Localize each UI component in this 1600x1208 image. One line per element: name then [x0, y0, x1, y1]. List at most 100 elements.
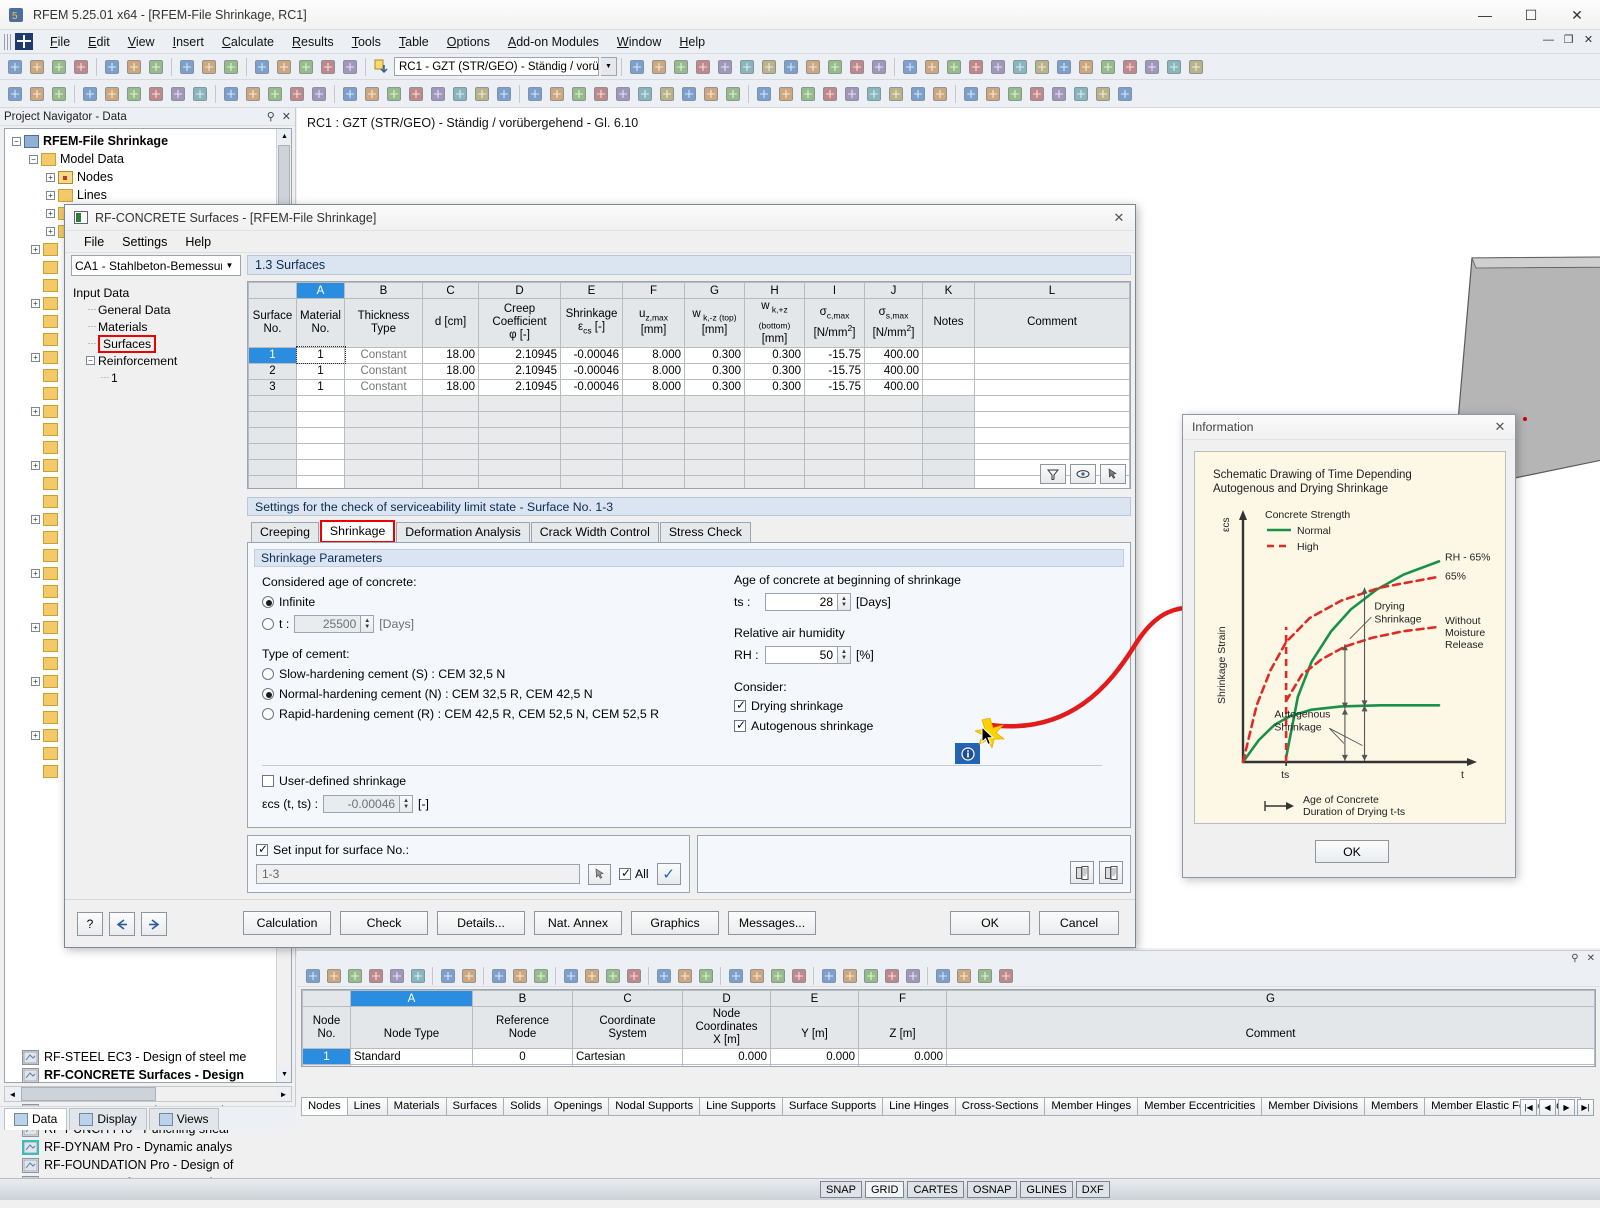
- toolbar-button-2[interactable]: [747, 966, 766, 985]
- bottom-panel-close-icon[interactable]: ✕: [1587, 953, 1595, 964]
- surfaces-table-cell[interactable]: [560, 426, 623, 444]
- prev-icon[interactable]: [109, 912, 135, 936]
- table-next-icon[interactable]: [459, 966, 478, 985]
- surfaces-table-wrapper[interactable]: A B C D E F G H I J K L Surface No. Material No. Thickne…: [247, 281, 1131, 489]
- surfaces-table-cell[interactable]: -15.75: [804, 346, 865, 364]
- nodes-col-letter-D[interactable]: D: [682, 990, 771, 1007]
- bottom-tab-member-divisions[interactable]: Member Divisions: [1261, 1097, 1366, 1116]
- surfaces-table-cell[interactable]: [622, 426, 685, 444]
- dialog-nav-1[interactable]: ⋯ 1: [71, 369, 241, 386]
- hscroll-left-icon[interactable]: ◄: [5, 1087, 20, 1101]
- eye-icon[interactable]: [1070, 464, 1096, 484]
- toolbar-button-5[interactable]: [842, 84, 862, 104]
- surfaces-table-empty-row[interactable]: [248, 442, 1130, 460]
- toolbar-button-2[interactable]: [983, 84, 1003, 104]
- surfaces-table-cell[interactable]: [804, 426, 865, 444]
- expand-icon[interactable]: +: [31, 460, 40, 470]
- surfaces-table-empty-row[interactable]: [248, 426, 1130, 444]
- nodes-table-cell[interactable]: 0.000: [682, 1048, 771, 1065]
- dialog-nav-reinforcement[interactable]: − Reinforcement: [71, 352, 241, 369]
- surfaces-table-cell[interactable]: [248, 442, 297, 460]
- pick-surface-icon[interactable]: [587, 863, 611, 885]
- help-icon[interactable]: ?: [77, 912, 103, 936]
- sections-icon[interactable]: [825, 57, 845, 77]
- bottom-tab-cross-sections[interactable]: Cross-Sections: [954, 1097, 1046, 1116]
- bottom-tab-solids[interactable]: Solids: [503, 1097, 548, 1116]
- nodes-table-cell[interactable]: 0.000: [858, 1048, 947, 1065]
- toolbar-button-12[interactable]: [1142, 57, 1162, 77]
- menu-file[interactable]: File: [41, 32, 79, 52]
- nodes-col-letter-G[interactable]: G: [946, 990, 1595, 1007]
- printout-report-icon[interactable]: [146, 57, 166, 77]
- surfaces-table-cell[interactable]: Constant: [344, 378, 423, 396]
- surfaces-table-cell[interactable]: 3: [248, 378, 297, 396]
- cement-option-radio[interactable]: [262, 708, 274, 720]
- surfaces-table-cell[interactable]: 8.000: [622, 378, 685, 396]
- line-icon[interactable]: [102, 84, 122, 104]
- load-free-icon[interactable]: [428, 84, 448, 104]
- nodal-support-icon[interactable]: [221, 84, 241, 104]
- surfaces-table-cell[interactable]: [804, 474, 865, 488]
- toolbar-button-1[interactable]: [961, 84, 981, 104]
- addon-module-rf-foundation[interactable]: RF-FOUNDATION Pro - Design of: [4, 1156, 292, 1174]
- bottom-tab-nodes[interactable]: Nodes: [301, 1097, 348, 1116]
- toolbar-button-6[interactable]: [1071, 84, 1091, 104]
- surfaces-table-cell[interactable]: [922, 426, 975, 444]
- toolbar-button-2[interactable]: [547, 84, 567, 104]
- toolbar-button-4[interactable]: [789, 966, 808, 985]
- surfaces-table-cell[interactable]: [622, 442, 685, 460]
- filter-icon[interactable]: [1040, 464, 1066, 484]
- toolbar-button-9[interactable]: [701, 84, 721, 104]
- footer-button-calculation[interactable]: Calculation: [243, 911, 331, 935]
- surfaces-table-cell[interactable]: [296, 394, 345, 412]
- cement-option-radio[interactable]: [262, 668, 274, 680]
- menu-help[interactable]: Help: [670, 32, 714, 52]
- menu-edit[interactable]: Edit: [79, 32, 119, 52]
- table-view-icon[interactable]: [303, 966, 322, 985]
- surfaces-table-cell[interactable]: [560, 474, 623, 488]
- surfaces-table-cell[interactable]: [344, 394, 423, 412]
- print-preview-icon[interactable]: [124, 57, 144, 77]
- surfaces-table-cell[interactable]: [922, 442, 975, 460]
- nodes-table-cell[interactable]: 0.000: [682, 1064, 771, 1066]
- surfaces-col-letter-I[interactable]: I: [804, 282, 865, 299]
- status-toggle-osnap[interactable]: OSNAP: [966, 1181, 1018, 1198]
- menu-tools[interactable]: Tools: [343, 32, 390, 52]
- bottom-nav-button-1[interactable]: |◀: [1520, 1099, 1537, 1116]
- info-ok-button[interactable]: OK: [1315, 840, 1389, 863]
- fe-mesh-icon[interactable]: [494, 84, 514, 104]
- cancel-button[interactable]: Cancel: [1039, 911, 1119, 935]
- paste-icon[interactable]: [221, 57, 241, 77]
- toolbar-button-3[interactable]: [861, 966, 880, 985]
- navigator-tab-display[interactable]: Display: [69, 1108, 147, 1130]
- toolbar-button-3[interactable]: [696, 966, 715, 985]
- dialog-nav-general-data[interactable]: ⋯ General Data: [71, 301, 241, 318]
- surfaces-table-cell[interactable]: -15.75: [804, 362, 865, 380]
- navigator-close-icon[interactable]: ✕: [282, 110, 291, 123]
- surfaces-table-cell[interactable]: [622, 458, 685, 476]
- prev-case-icon[interactable]: [627, 57, 647, 77]
- apply-check-icon[interactable]: ✓: [656, 863, 681, 885]
- expand-icon[interactable]: +: [31, 352, 40, 362]
- surface-support-icon[interactable]: [265, 84, 285, 104]
- surfaces-col-letter-G[interactable]: G: [684, 282, 745, 299]
- solid-icon[interactable]: [168, 84, 188, 104]
- hscroll-right-icon[interactable]: ►: [276, 1087, 291, 1101]
- open-file-icon[interactable]: [27, 57, 47, 77]
- copy-icon[interactable]: [199, 57, 219, 77]
- toolbar-button-3[interactable]: [798, 84, 818, 104]
- toolbar-button-13[interactable]: [1164, 57, 1184, 77]
- surface-results-icon[interactable]: [715, 57, 735, 77]
- nodes-table-cell[interactable]: Standard: [350, 1048, 473, 1065]
- expand-icon[interactable]: +: [46, 226, 55, 236]
- surfaces-table-cell[interactable]: [422, 426, 479, 444]
- bottom-tab-surfaces[interactable]: Surfaces: [445, 1097, 505, 1116]
- toolbar-button-4[interactable]: [966, 57, 986, 77]
- surfaces-table-cell[interactable]: [622, 410, 685, 428]
- surfaces-table-cell[interactable]: 1: [296, 362, 345, 380]
- toolbar-button-8[interactable]: [908, 84, 928, 104]
- nodes-table-cell[interactable]: 0.000: [770, 1048, 859, 1065]
- cut-icon[interactable]: [177, 57, 197, 77]
- surfaces-table-cell[interactable]: [344, 474, 423, 488]
- toolbar-button-10[interactable]: [1098, 57, 1118, 77]
